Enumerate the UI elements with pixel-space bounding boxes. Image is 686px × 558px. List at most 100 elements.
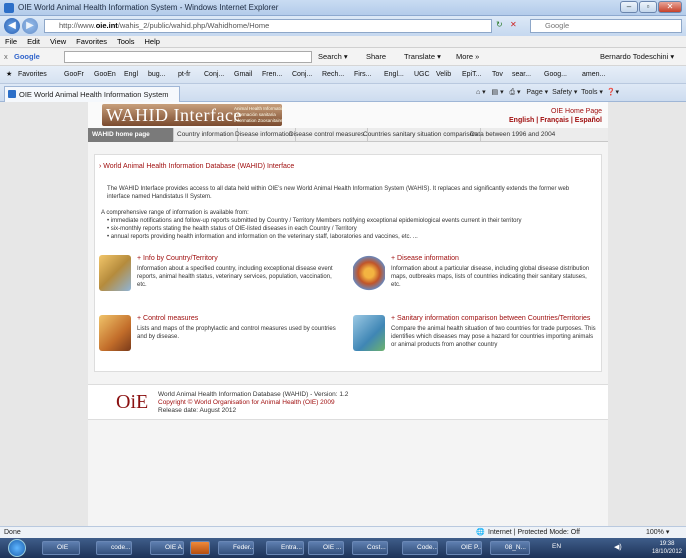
help-icon[interactable]: ❓▾ [607,89,619,96]
back-icon[interactable]: ◀ [4,18,20,34]
bullet-item: • six-monthly reports stating the health… [107,226,357,232]
nav-country-info[interactable]: Country information [174,128,238,142]
security-zone[interactable]: Internet | Protected Mode: Off [488,528,580,538]
world-map-icon [99,255,131,291]
favorites-label[interactable]: Favorites [18,70,47,80]
footer-release: Release date: August 2012 [158,407,237,414]
fav-item[interactable]: sear... [512,70,531,80]
google-translate-button[interactable]: Translate ▾ [404,51,441,63]
fav-item[interactable]: bug... [148,70,166,80]
forward-icon[interactable]: ▶ [22,18,38,34]
country-info-link[interactable]: + Info by Country/Territory [137,255,218,262]
bullet-item: • annual reports providing health inform… [107,234,418,240]
google-logo: Google [14,52,40,61]
browser-tab[interactable]: OIE World Animal Health Information Syst… [4,86,180,102]
comparison-link[interactable]: + Sanitary information comparison betwee… [391,315,590,322]
google-share-button[interactable]: Share [366,51,386,63]
taskbar-item[interactable]: Entra... [266,541,304,555]
clock-time: 19:38 [659,541,675,547]
site-footer: OiE World Animal Health Information Data… [88,384,608,420]
zoom-level[interactable]: 100% ▾ [646,528,669,538]
fav-item[interactable]: Velib [436,70,451,80]
disease-info-link[interactable]: + Disease information [391,255,459,262]
taskbar-item[interactable]: OIE ... [308,541,344,555]
control-measures-card: + Control measures Lists and maps of the… [99,315,339,375]
fav-item[interactable]: pt-fr [178,70,190,80]
fav-item[interactable]: Conj... [204,70,224,80]
menu-tools[interactable]: Tools [112,36,140,48]
close-button[interactable]: ✕ [658,1,682,13]
control-measures-link[interactable]: + Control measures [137,315,198,322]
nav-control-measures[interactable]: Disease control measures [286,128,369,142]
taskbar-item[interactable]: Feder... [218,541,254,555]
taskbar-item[interactable]: OIE [42,541,80,555]
fav-item[interactable]: GooFr [64,70,84,80]
language-links[interactable]: English | Français | Español [509,116,602,125]
wahid-logo[interactable]: WAHID Interface Animal Health Informatio… [102,104,286,126]
taskbar-item[interactable]: code... [96,541,132,555]
bullet-item: • immediate notifications and follow-up … [107,218,522,224]
window-title-bar: OIE World Animal Health Information Syst… [0,0,686,16]
search-box[interactable]: Google [530,19,682,33]
menu-file[interactable]: File [0,36,22,48]
fav-item[interactable]: Goog... [544,70,567,80]
refresh-icon[interactable]: ↻ [496,20,503,29]
nav-old-data[interactable]: Data between 1996 and 2004 [467,128,558,142]
google-toolbar-close[interactable]: x [4,51,8,63]
footer-copyright[interactable]: Copyright © World Organisation for Anima… [158,399,348,407]
fav-item[interactable]: UGC [414,70,430,80]
feeds-icon[interactable]: ▤ ▾ [492,89,504,96]
menu-view[interactable]: View [45,36,71,48]
fav-item[interactable]: GooEn [94,70,116,80]
google-search-input[interactable] [64,51,312,63]
fav-item[interactable]: Engl [124,70,138,80]
taskbar-item[interactable]: OIE P... [446,541,482,555]
taskbar-item[interactable]: Code... [402,541,438,555]
nav-comparison[interactable]: Countries sanitary situation comparison [360,128,481,142]
stop-icon[interactable]: ✕ [510,20,517,29]
fav-item[interactable]: Rech... [322,70,344,80]
start-button[interactable] [8,539,26,557]
fav-item[interactable]: Engl... [384,70,404,80]
taskbar-item[interactable]: 08_N... [490,541,530,555]
status-text: Done [4,529,21,536]
fav-item[interactable]: Firs... [354,70,372,80]
oie-home-link[interactable]: OIE Home Page [509,107,602,116]
fav-item[interactable]: Tov [492,70,503,80]
taskbar-item[interactable]: OIE A... [150,541,184,555]
address-bar[interactable]: http://www.oie.int/wahis_2/public/wahid.… [44,19,492,33]
google-more-button[interactable]: More » [456,51,479,63]
google-search-button[interactable]: Search ▾ [318,51,348,63]
fav-item[interactable]: Fren... [262,70,282,80]
taskbar-item[interactable]: Cost... [352,541,388,555]
menu-favorites[interactable]: Favorites [71,36,112,48]
nav-home[interactable]: WAHID home page [88,128,174,142]
home-icon[interactable]: ⌂ ▾ [476,89,486,96]
language-indicator[interactable]: EN [552,543,561,550]
print-icon[interactable]: ⎙ ▾ [509,89,520,96]
tab-title: OIE World Animal Health Information Syst… [19,90,169,99]
tools-menu[interactable]: Tools ▾ [581,89,603,96]
safety-menu[interactable]: Safety ▾ [552,89,577,96]
google-toolbar: x Google Search ▾ Share Translate ▾ More… [0,48,686,66]
taskbar-item[interactable] [190,541,210,555]
oie-home-block: OIE Home Page English | Français | Españ… [509,107,602,125]
fav-item[interactable]: Gmail [234,70,252,80]
menu-edit[interactable]: Edit [22,36,45,48]
fav-item[interactable]: EpiT... [462,70,481,80]
address-row: ◀ ▶ http://www.oie.int/wahis_2/public/wa… [0,16,686,36]
clock[interactable]: 19:38 18/10/2012 [652,540,682,556]
volume-icon[interactable]: ◀) [614,543,622,551]
fav-item[interactable]: Conj... [292,70,312,80]
comparison-card: + Sanitary information comparison betwee… [353,315,599,375]
menu-help[interactable]: Help [140,36,165,48]
maximize-button[interactable]: ▫ [639,1,657,13]
address-prefix: http://www. [59,21,96,30]
fav-item[interactable]: amen... [582,70,605,80]
intro-text: The WAHID Interface provides access to a… [107,186,570,200]
page-menu[interactable]: Page ▾ [526,89,548,96]
site-container: WAHID Interface Animal Health Informatio… [88,102,608,526]
minimize-button[interactable]: – [620,1,638,13]
favorites-star-icon[interactable]: ★ [6,70,12,80]
google-user-menu[interactable]: Bernardo Todeschini ▾ [600,51,674,63]
